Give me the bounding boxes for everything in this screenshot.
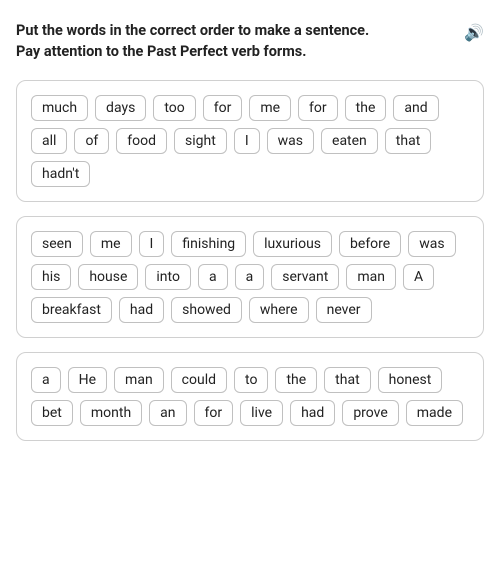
word-chip-2-19[interactable]: where xyxy=(249,297,309,323)
word-chip-2-13[interactable]: servant xyxy=(271,264,339,290)
word-chip-1-2[interactable]: days xyxy=(95,95,146,121)
word-chip-2-14[interactable]: man xyxy=(346,264,396,290)
word-chip-2-4[interactable]: finishing xyxy=(171,231,246,257)
word-chip-2-5[interactable]: luxurious xyxy=(253,231,332,257)
word-chip-1-8[interactable]: and xyxy=(393,95,438,121)
word-chip-2-1[interactable]: seen xyxy=(31,231,83,257)
word-chip-3-2[interactable]: He xyxy=(68,367,107,393)
words-container-1: muchdaystooformefortheandalloffoodsightI… xyxy=(31,95,469,187)
word-chip-2-6[interactable]: before xyxy=(339,231,401,257)
word-chip-3-5[interactable]: to xyxy=(234,367,268,393)
word-chip-2-10[interactable]: into xyxy=(145,264,191,290)
word-chip-1-4[interactable]: for xyxy=(203,95,243,121)
speaker-icon[interactable]: 🔊 xyxy=(464,21,484,44)
word-chip-3-8[interactable]: honest xyxy=(378,367,443,393)
word-chip-1-1[interactable]: much xyxy=(31,95,88,121)
word-chip-2-8[interactable]: his xyxy=(31,264,71,290)
word-chip-3-9[interactable]: bet xyxy=(31,400,73,426)
word-chip-2-3[interactable]: I xyxy=(139,231,165,257)
word-chip-3-6[interactable]: the xyxy=(275,367,317,393)
word-chip-3-3[interactable]: man xyxy=(114,367,164,393)
word-chip-3-16[interactable]: made xyxy=(406,400,463,426)
word-chip-1-5[interactable]: me xyxy=(249,95,291,121)
word-chip-2-18[interactable]: showed xyxy=(171,297,242,323)
word-chip-3-13[interactable]: live xyxy=(240,400,283,426)
word-chip-2-12[interactable]: a xyxy=(235,264,265,290)
sentence-groups-container: muchdaystooformefortheandalloffoodsightI… xyxy=(16,80,484,441)
word-chip-1-14[interactable]: was xyxy=(267,128,314,154)
word-chip-1-9[interactable]: all xyxy=(31,128,67,154)
word-chip-1-3[interactable]: too xyxy=(153,95,195,121)
word-chip-3-10[interactable]: month xyxy=(80,400,142,426)
word-chip-3-7[interactable]: that xyxy=(324,367,371,393)
sentence-box-3: a Heman couldtothethat honest bet monthanforl… xyxy=(16,352,484,441)
word-chip-3-11[interactable]: an xyxy=(149,400,186,426)
word-chip-2-9[interactable]: house xyxy=(78,264,138,290)
word-chip-2-16[interactable]: breakfast xyxy=(31,297,112,323)
word-chip-1-15[interactable]: eaten xyxy=(321,128,378,154)
sentence-box-1: muchdaystooformefortheandalloffoodsightI… xyxy=(16,80,484,202)
word-chip-1-17[interactable]: hadn't xyxy=(31,161,90,187)
word-chip-1-12[interactable]: sight xyxy=(174,128,227,154)
word-chip-2-20[interactable]: never xyxy=(316,297,372,323)
word-chip-1-10[interactable]: of xyxy=(74,128,109,154)
instructions-text: Put the words in the correct order to ma… xyxy=(16,20,458,62)
sentence-box-2: seenme Ifinishing luxurious before was hishou… xyxy=(16,216,484,338)
word-chip-1-7[interactable]: the xyxy=(345,95,387,121)
word-chip-1-13[interactable]: I xyxy=(234,128,260,154)
words-container-2: seenme Ifinishing luxurious before was hishou… xyxy=(31,231,469,323)
word-chip-3-12[interactable]: for xyxy=(194,400,234,426)
word-chip-1-11[interactable]: food xyxy=(116,128,167,154)
word-chip-3-15[interactable]: prove xyxy=(342,400,398,426)
word-chip-1-6[interactable]: for xyxy=(298,95,338,121)
word-chip-2-2[interactable]: me xyxy=(90,231,132,257)
words-container-3: a Heman couldtothethat honest bet monthanforl… xyxy=(31,367,469,426)
word-chip-2-11[interactable]: a xyxy=(198,264,228,290)
word-chip-2-15[interactable]: A xyxy=(403,264,434,290)
instructions-block: Put the words in the correct order to ma… xyxy=(16,20,484,62)
word-chip-3-4[interactable]: could xyxy=(171,367,227,393)
word-chip-3-14[interactable]: had xyxy=(290,400,335,426)
word-chip-2-17[interactable]: had xyxy=(119,297,164,323)
word-chip-3-1[interactable]: a xyxy=(31,367,61,393)
word-chip-1-16[interactable]: that xyxy=(385,128,432,154)
word-chip-2-7[interactable]: was xyxy=(408,231,455,257)
